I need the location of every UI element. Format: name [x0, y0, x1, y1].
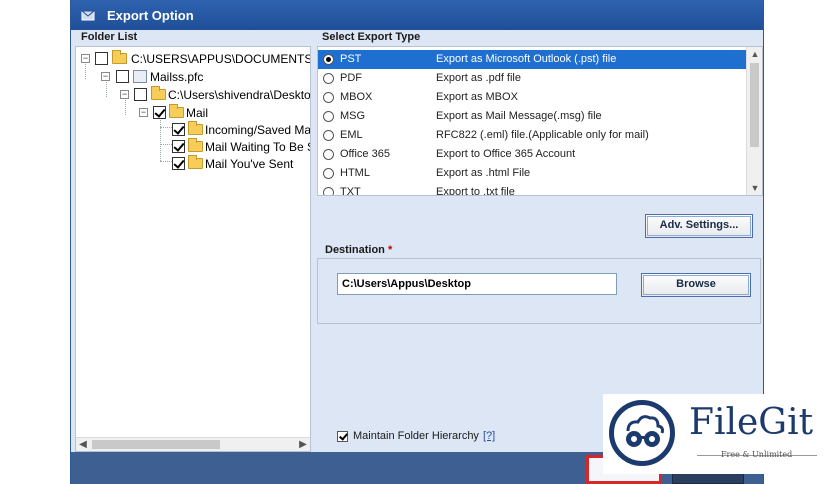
node-checkbox[interactable]: [172, 123, 185, 136]
destination-label-text: Destination: [325, 244, 385, 256]
export-option-mbox[interactable]: MBOX Export as MBOX: [318, 88, 746, 107]
export-description: Export to .txt file: [436, 186, 515, 196]
export-format: MBOX: [340, 91, 373, 103]
horizontal-scrollbar[interactable]: ◀ ▶: [76, 437, 310, 451]
export-type-label: Select Export Type: [322, 31, 421, 43]
scroll-left-icon[interactable]: ◀: [76, 438, 90, 451]
app-icon: [81, 10, 95, 21]
window-title: Export Option: [107, 8, 194, 23]
export-description: Export as MBOX: [436, 91, 518, 103]
folder-tree[interactable]: − C:\USERS\APPUS\DOCUMENTS\DC − Mailss.p…: [75, 46, 311, 452]
pst-file-icon: [133, 70, 147, 83]
radio-button[interactable]: [323, 111, 334, 122]
export-format: PST: [340, 53, 362, 65]
export-option-eml[interactable]: EML RFC822 (.eml) file.(Applicable only …: [318, 126, 746, 145]
vertical-scrollbar[interactable]: ▲ ▼: [746, 47, 762, 195]
folder-icon: [188, 138, 203, 152]
screenshot-stage: { "window": { "title": "Export Option" }…: [0, 0, 836, 484]
radio-button[interactable]: [323, 54, 334, 65]
hierarchy-checkbox[interactable]: [337, 431, 348, 442]
required-marker: *: [387, 244, 393, 256]
filegit-watermark: FileGit Free & Unlimited: [603, 394, 826, 474]
folder-icon: [188, 121, 203, 135]
node-checkbox[interactable]: [95, 52, 108, 65]
browse-button[interactable]: Browse: [641, 273, 751, 297]
node-label: C:\Users\shivendra\Desktop: [168, 88, 311, 102]
export-format: PDF: [340, 72, 362, 84]
export-format: MSG: [340, 110, 366, 122]
export-option-office365[interactable]: Office 365 Export to Office 365 Account: [318, 145, 746, 164]
scroll-thumb[interactable]: [92, 440, 220, 449]
node-checkbox[interactable]: [134, 88, 147, 101]
tree-node-sent[interactable]: Mail You've Sent: [76, 155, 310, 172]
export-description: Export as .pdf file: [436, 72, 521, 84]
export-description: RFC822 (.eml) file.(Applicable only for …: [436, 129, 649, 141]
browse-label: Browse: [676, 278, 716, 290]
adv-settings-button[interactable]: Adv. Settings...: [645, 214, 753, 238]
folder-icon: [151, 86, 166, 100]
export-option-html[interactable]: HTML Export as .html File: [318, 164, 746, 183]
radio-button[interactable]: [323, 73, 334, 84]
node-label: Mail Waiting To Be S: [205, 140, 311, 154]
scroll-right-icon[interactable]: ▶: [296, 438, 310, 451]
export-description: Export as Microsoft Outlook (.pst) file: [436, 53, 617, 65]
scroll-down-icon[interactable]: ▼: [747, 181, 762, 195]
export-description: Export as .html File: [436, 167, 531, 179]
export-format: EML: [340, 129, 363, 141]
tree-node-waiting[interactable]: Mail Waiting To Be S: [76, 138, 311, 155]
export-option-txt[interactable]: TXT Export to .txt file: [318, 183, 746, 196]
node-checkbox[interactable]: [116, 70, 129, 83]
radio-button[interactable]: [323, 187, 334, 195]
node-checkbox[interactable]: [172, 140, 185, 153]
cloud-glasses-icon: [626, 415, 664, 447]
tree-node-mail[interactable]: − Mail: [76, 104, 310, 121]
export-description: Export to Office 365 Account: [436, 148, 576, 160]
hierarchy-label: Maintain Folder Hierarchy: [353, 430, 479, 442]
brand-tagline: Free & Unlimited: [721, 450, 793, 459]
open-folder-icon: [112, 50, 127, 64]
node-label: C:\USERS\APPUS\DOCUMENTS\DC: [131, 52, 310, 66]
title-bar: Export Option: [71, 0, 763, 30]
adv-settings-label: Adv. Settings...: [659, 219, 739, 231]
export-format: TXT: [340, 186, 361, 196]
node-checkbox[interactable]: [153, 106, 166, 119]
scroll-up-icon[interactable]: ▲: [747, 47, 762, 61]
collapse-toggle[interactable]: −: [101, 72, 110, 81]
export-format: Office 365: [340, 148, 390, 160]
radio-button[interactable]: [323, 130, 334, 141]
collapse-toggle[interactable]: −: [81, 54, 90, 63]
folder-list-label: Folder List: [81, 31, 138, 43]
brand-name: FileGit: [689, 402, 814, 443]
export-option-msg[interactable]: MSG Export as Mail Message(.msg) file: [318, 107, 746, 126]
export-format: HTML: [340, 167, 370, 179]
tree-node-mailss[interactable]: − Mailss.pfc: [76, 69, 310, 85]
node-label: Mail: [186, 106, 209, 120]
tree-node-documents[interactable]: − C:\USERS\APPUS\DOCUMENTS\DC: [76, 50, 310, 67]
radio-button[interactable]: [323, 168, 334, 179]
node-label: Incoming/Saved Mail: [205, 123, 311, 137]
filegit-logo-icon: [609, 400, 675, 466]
node-checkbox[interactable]: [172, 157, 185, 170]
scroll-thumb[interactable]: [750, 63, 759, 147]
node-label: Mailss.pfc: [150, 70, 204, 84]
export-option-pst[interactable]: PST Export as Microsoft Outlook (.pst) f…: [318, 50, 746, 69]
destination-label: Destination *: [325, 244, 392, 256]
folder-icon: [188, 155, 203, 169]
export-description: Export as Mail Message(.msg) file: [436, 110, 602, 122]
export-option-pdf[interactable]: PDF Export as .pdf file: [318, 69, 746, 88]
export-type-list[interactable]: PST Export as Microsoft Outlook (.pst) f…: [317, 46, 763, 196]
tree-node-desktop[interactable]: − C:\Users\shivendra\Desktop: [76, 86, 311, 103]
help-link[interactable]: [?]: [483, 430, 495, 442]
radio-button[interactable]: [323, 149, 334, 160]
folder-icon: [169, 104, 184, 118]
destination-path-input[interactable]: C:\Users\Appus\Desktop: [337, 273, 617, 295]
collapse-toggle[interactable]: −: [139, 108, 148, 117]
tree-node-incoming[interactable]: Incoming/Saved Mail: [76, 121, 311, 138]
collapse-toggle[interactable]: −: [120, 90, 129, 99]
node-label: Mail You've Sent: [205, 157, 294, 171]
radio-button[interactable]: [323, 92, 334, 103]
